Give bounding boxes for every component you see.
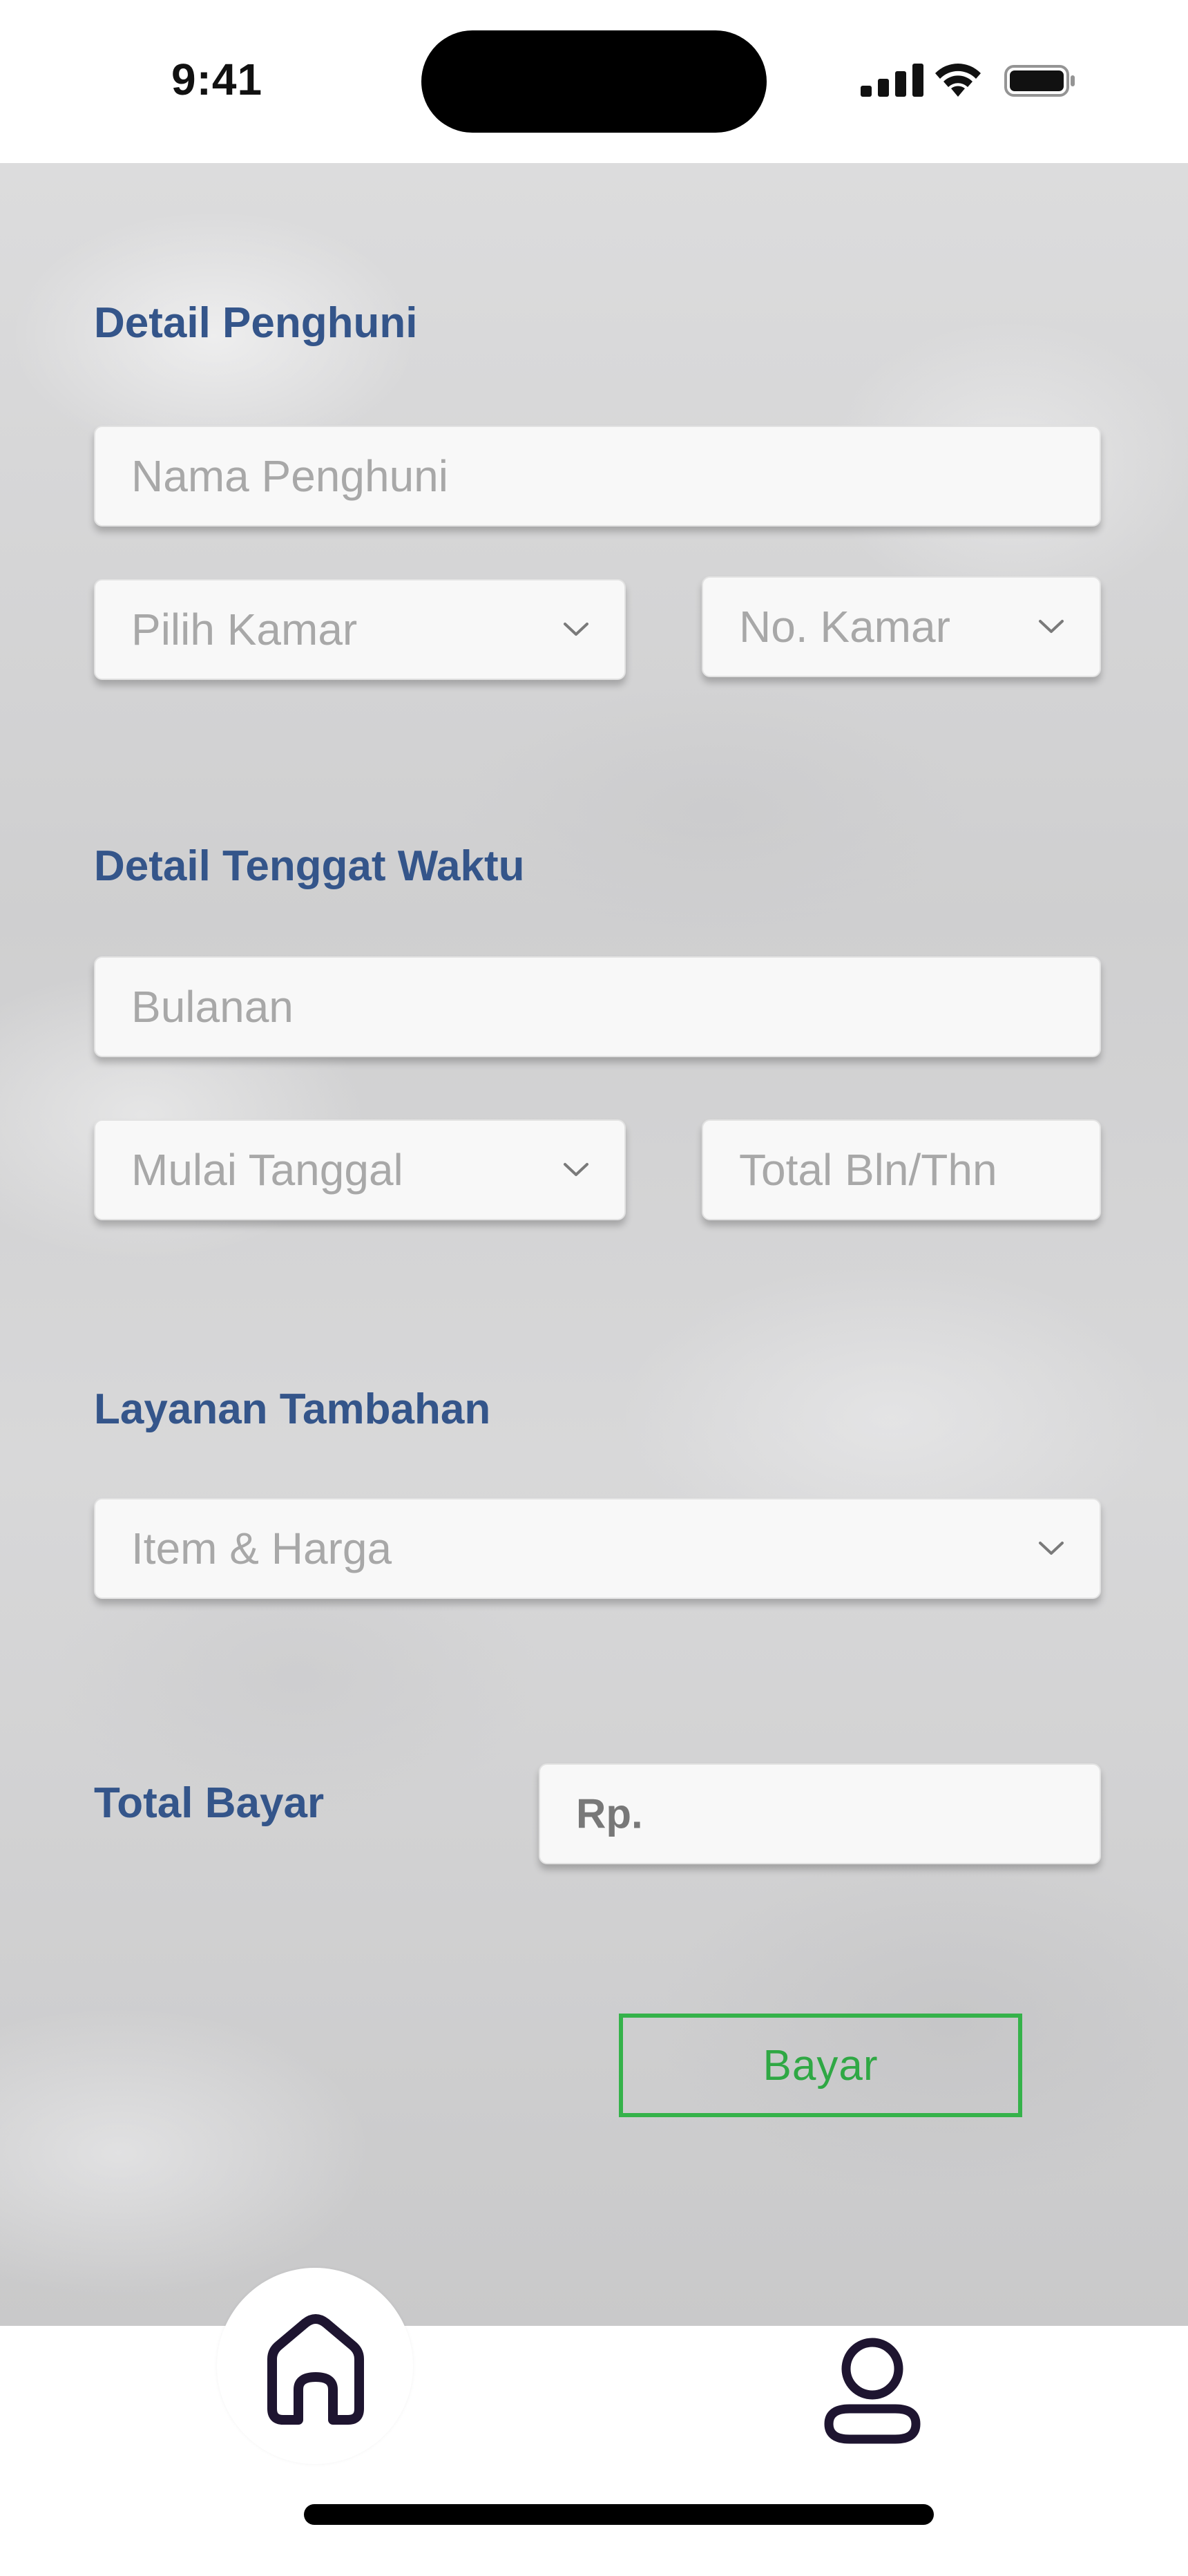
home-icon[interactable] [258,2308,373,2430]
room-number-dropdown[interactable]: No. Kamar [702,576,1101,677]
battery-icon [1004,65,1075,97]
bottom-navigation [0,2326,1188,2576]
wifi-icon [935,64,981,97]
due-section-title: Detail Tenggat Waktu [94,842,525,890]
addon-section-title: Layanan Tambahan [94,1385,491,1433]
billing-period-placeholder: Bulanan [131,982,294,1032]
billing-period-input[interactable]: Bulanan [94,956,1101,1057]
start-date-dropdown[interactable]: Mulai Tanggal [94,1119,626,1220]
room-number-placeholder: No. Kamar [739,602,950,652]
item-price-dropdown[interactable]: Item & Harga [94,1498,1101,1599]
total-amount-field[interactable]: Rp. [539,1763,1101,1864]
room-select-dropdown[interactable]: Pilih Kamar [94,579,626,680]
resident-section-title: Detail Penghuni [94,299,418,347]
chevron-down-icon [564,1163,588,1176]
status-time: 9:41 [171,55,263,104]
chevron-down-icon [564,623,588,636]
total-payment-label: Total Bayar [94,1779,325,1827]
total-period-input[interactable]: Total Bln/Thn [702,1119,1101,1220]
pay-button-label: Bayar [763,2041,879,2090]
dynamic-island [421,30,767,133]
home-indicator [304,2504,934,2525]
resident-name-input[interactable]: Nama Penghuni [94,426,1101,527]
total-period-placeholder: Total Bln/Thn [739,1145,997,1195]
item-price-placeholder: Item & Harga [131,1524,392,1573]
chevron-down-icon [1039,1542,1064,1555]
resident-name-placeholder: Nama Penghuni [131,451,448,501]
start-date-placeholder: Mulai Tanggal [131,1145,403,1195]
profile-icon[interactable] [822,2334,923,2446]
pay-button[interactable]: Bayar [619,2014,1022,2117]
currency-prefix: Rp. [576,1790,643,1837]
chevron-down-icon [1039,620,1064,633]
cellular-signal-icon [861,64,923,97]
room-select-placeholder: Pilih Kamar [131,605,358,654]
